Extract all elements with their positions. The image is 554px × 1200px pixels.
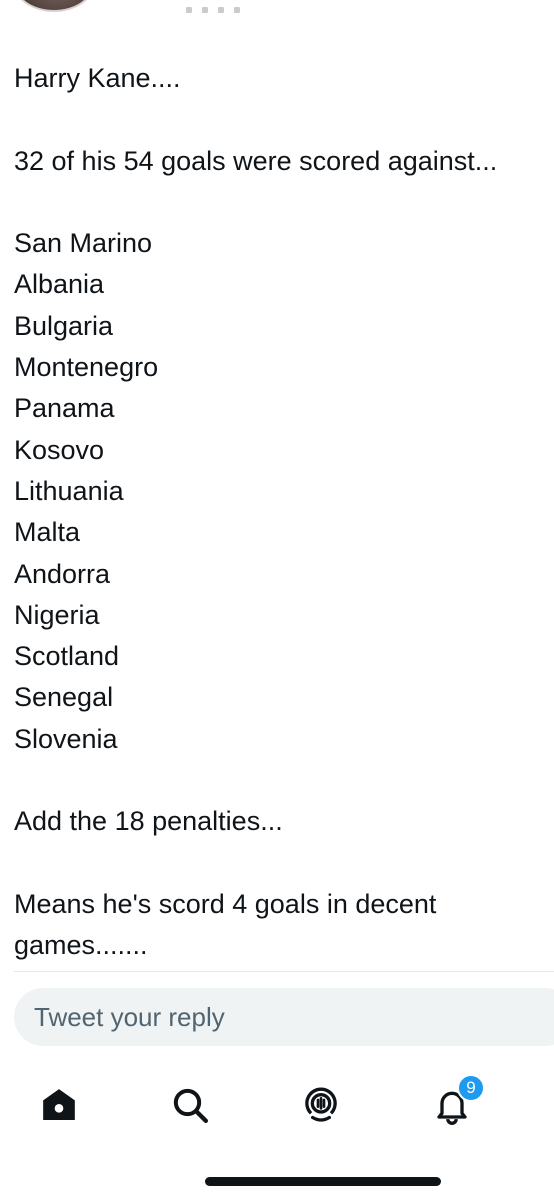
search-icon [173,1088,208,1123]
tweet-line: Panama [14,393,115,424]
tweet-line: 32 of his 54 goals were scored against..… [14,145,498,176]
tweet-line: Slovenia [14,723,118,754]
tweet-line: Harry Kane.... [14,63,181,93]
nav-notifications-tab[interactable]: 9 [427,1074,485,1130]
bottom-nav: 9 [0,1070,554,1140]
tweet-line: Add the 18 penalties... [14,806,283,837]
tweet-header [14,0,240,13]
tweet-line: games....... [14,930,148,961]
tweet-line: Andorra [14,558,111,589]
tweet-line: Montenegro [14,352,159,383]
tweet-line: Lithuania [14,475,124,506]
tweet-line: Bulgaria [14,310,114,341]
reply-input[interactable]: Tweet your reply [14,988,554,1046]
tweet-line: Means he's scord 4 goals in decent [14,888,437,919]
avatar[interactable] [14,0,94,12]
tweet-line: Kosovo [14,434,105,465]
tweet-line: Malta [14,517,81,548]
tweet-line: Albania [14,269,105,300]
tweet-detail-screen: Harry Kane.... 32 of his 54 goals were s… [0,0,554,1200]
tweet-line: San Marino [14,228,153,259]
divider [14,971,554,972]
home-icon [43,1089,75,1120]
notification-badge: 9 [457,1074,485,1102]
tweet-line: Scotland [14,641,120,672]
reply-placeholder: Tweet your reply [34,1001,225,1032]
tweet-line: Senegal [14,682,114,713]
author-handle-fragment [186,0,316,13]
tweet-text: Harry Kane.... 32 of his 54 goals were s… [14,58,554,967]
home-indicator[interactable] [205,1177,441,1186]
tweet-line: Nigeria [14,599,100,630]
nav-search-tab[interactable] [165,1080,215,1130]
nav-home-tab[interactable] [34,1080,84,1130]
nav-spaces-tab[interactable] [296,1080,346,1130]
spaces-icon [305,1087,337,1122]
